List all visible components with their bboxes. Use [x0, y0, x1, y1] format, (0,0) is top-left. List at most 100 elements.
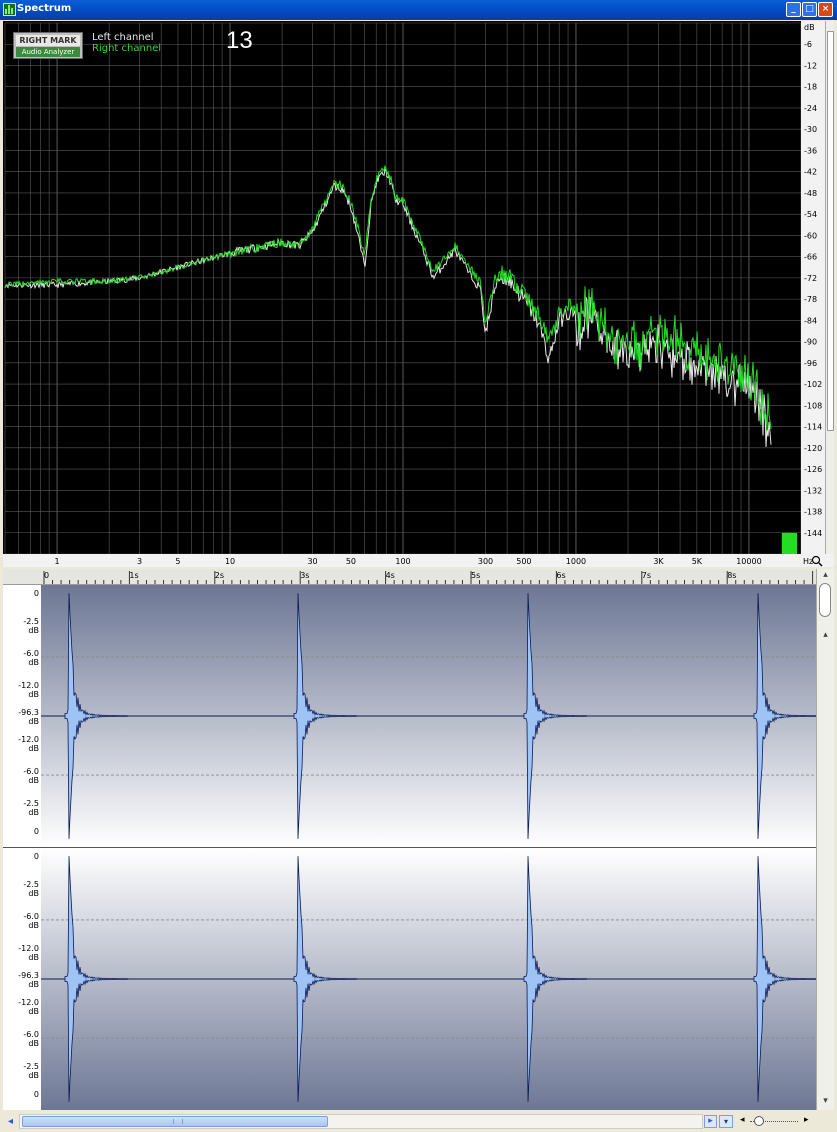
y-tick-label: -96: [804, 359, 817, 368]
waveform-vertical-scrollbar[interactable]: ▴ ▴ ▾: [816, 569, 834, 1110]
time-ruler[interactable]: 0 1s 2s 3s 4s 5s 6s 7s 8s: [3, 569, 816, 585]
x-tick-label: 500: [516, 557, 531, 566]
x-unit-label: Hz: [803, 557, 813, 566]
x-tick-label: 1: [55, 557, 60, 566]
db-scale-unit: dB: [28, 689, 39, 699]
horizontal-scroll-thumb[interactable]: [22, 1116, 328, 1127]
db-scale-label: 0: [3, 589, 39, 598]
close-button[interactable]: ×: [818, 2, 833, 17]
x-tick-label: 10000: [736, 557, 761, 566]
maximize-button[interactable]: □: [802, 2, 817, 17]
db-scale-unit: dB: [28, 980, 39, 989]
db-scale-label: -6.0 dB: [3, 649, 39, 667]
db-scale-value: -2.5: [23, 879, 39, 889]
db-scale-unit: dB: [28, 657, 39, 667]
zoom-in-arrow-icon[interactable]: ▸: [804, 1115, 809, 1125]
db-scale-label: -2.5 dB: [3, 880, 39, 898]
waveform-panel: 0 1s 2s 3s 4s 5s 6s 7s 8s ▴ ▴ ▾ 0 -2.5 dB -6.0 dB -12…: [3, 569, 834, 1110]
db-scale-label: -12.0 dB: [3, 735, 39, 753]
x-tick-label: 5: [175, 557, 180, 566]
db-scale-label: -2.5 dB: [3, 617, 39, 635]
y-tick-label: -132: [804, 486, 822, 495]
ruler-ticks: [43, 571, 814, 584]
spectrum-grid: [4, 22, 802, 555]
y-tick-label: -54: [804, 210, 817, 219]
db-scale-value: -12.0: [18, 680, 39, 690]
db-scale-unit: dB: [28, 1071, 39, 1081]
db-scale-value: -2.5: [23, 1062, 39, 1072]
x-tick-label: 1000: [566, 557, 586, 566]
x-axis-strip: [3, 554, 834, 567]
db-scale-label: -6.0 dB: [3, 912, 39, 930]
scroll-right-arrow-icon[interactable]: ▸: [704, 1115, 717, 1128]
db-scale-label: 0: [3, 852, 39, 861]
y-tick-label: -42: [804, 168, 817, 177]
scroll-down-arrow-icon[interactable]: ▾: [819, 1095, 832, 1108]
title-bar: Spectrum _ □ ×: [0, 0, 837, 20]
x-tick-label: 50: [346, 557, 356, 566]
waveform-display[interactable]: [3, 585, 816, 1110]
y-tick-label: -126: [804, 465, 822, 474]
db-scale-label: -6.0 dB: [3, 1030, 39, 1048]
db-scale-unit: dB: [28, 776, 39, 786]
horizontal-scrollbar[interactable]: ◂ ▸ ▾ ◂ ▸: [0, 1111, 837, 1132]
y-tick-label: -18: [804, 83, 817, 92]
db-scale-value: -12.0: [18, 943, 39, 953]
y-tick-label: -66: [804, 253, 817, 262]
minimize-button[interactable]: _: [786, 2, 801, 17]
y-tick-label: -108: [804, 401, 822, 410]
db-scale-value: 0: [33, 589, 39, 598]
y-tick-label: -48: [804, 189, 817, 198]
db-scale-unit: dB: [28, 808, 39, 818]
vertical-zoom-knob[interactable]: [819, 583, 831, 617]
horizontal-zoom-thumb[interactable]: [754, 1116, 764, 1126]
db-scale-value: -6.0: [23, 648, 39, 658]
spectrum-scroll-thumb[interactable]: [827, 31, 834, 431]
y-tick-label: -6: [804, 40, 812, 49]
db-scale-unit: dB: [28, 920, 39, 930]
db-scale-value: -2.5: [23, 799, 39, 809]
x-tick-label: 10: [225, 557, 235, 566]
y-tick-label: -78: [804, 295, 817, 304]
y-axis-strip: [801, 21, 825, 567]
db-scale-label: -12.0 dB: [3, 681, 39, 699]
db-scale-value: 0: [33, 1090, 39, 1099]
spectrum-chart: dB -6 -12 -18 -24 -30 -36 -42 -48 -54 -60 -66 -72 -78…: [3, 21, 834, 567]
y-tick-label: -12: [804, 61, 817, 70]
spectrum-panel: dB -6 -12 -18 -24 -30 -36 -42 -48 -54 -60 -66 -72 -78…: [3, 21, 834, 567]
horizontal-scroll-track[interactable]: [19, 1114, 703, 1129]
db-scale-unit: dB: [28, 625, 39, 635]
db-scale-label: -12.0 dB: [3, 944, 39, 962]
db-scale-value: -6.0: [23, 767, 39, 777]
right-channel-line: [4, 164, 772, 431]
scroll-up-icon[interactable]: ▴: [819, 629, 832, 642]
logo-subtitle: Audio Analyzer: [16, 47, 80, 57]
y-tick-label: -144: [804, 529, 822, 538]
scroll-up-arrow-icon[interactable]: ▴: [819, 569, 832, 582]
db-scale-value: -96.3: [18, 971, 39, 980]
scroll-grip-icon: [173, 1119, 183, 1124]
zoom-out-arrow-icon[interactable]: ◂: [740, 1115, 745, 1125]
spectrum-vertical-scrollbar[interactable]: [825, 21, 834, 554]
channel-right: [41, 848, 816, 1110]
db-scale-value: -2.5: [23, 616, 39, 626]
db-scale-value: -6.0: [23, 911, 39, 921]
y-tick-label: -114: [804, 423, 822, 432]
y-tick-label: -90: [804, 338, 817, 347]
y-tick-label: -60: [804, 231, 817, 240]
y-tick-label: -36: [804, 146, 817, 155]
x-tick-label: 100: [395, 557, 410, 566]
dropdown-menu-icon[interactable]: ▾: [719, 1115, 733, 1128]
spectrum-app-icon: [3, 3, 16, 16]
y-tick-label: -138: [804, 508, 822, 517]
db-scale-value: -6.0: [23, 1030, 39, 1040]
y-tick-label: -24: [804, 104, 817, 113]
db-scale-label: -96.3 dB: [3, 708, 39, 726]
x-tick-label: 300: [478, 557, 493, 566]
channel-left: [41, 585, 816, 847]
legend-left-channel: Left channel: [92, 32, 154, 43]
db-scale-value: -12.0: [18, 998, 39, 1008]
db-scale-unit: dB: [28, 1039, 39, 1049]
scroll-left-arrow-icon[interactable]: ◂: [4, 1115, 17, 1128]
y-tick-label: -84: [804, 316, 817, 325]
